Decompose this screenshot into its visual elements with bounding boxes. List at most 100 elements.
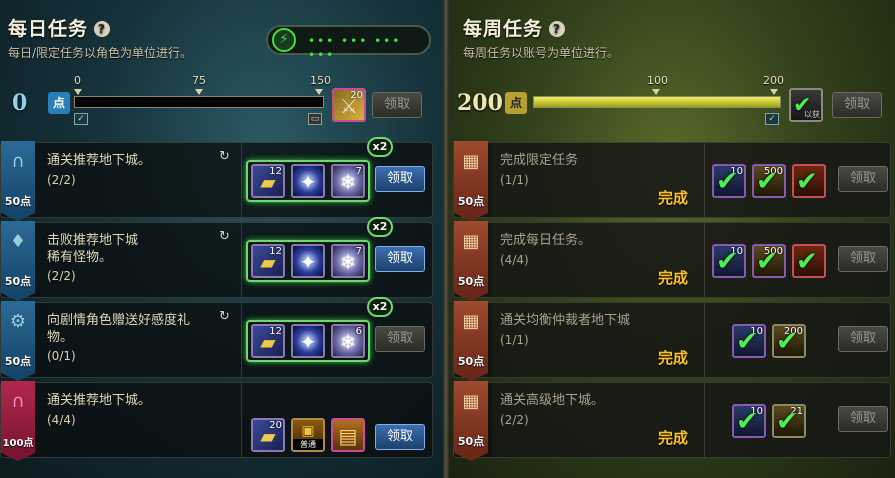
tick-label: 150 xyxy=(310,74,331,87)
reward-item[interactable]: 500 ✔ xyxy=(752,164,786,198)
ribbon-points: 50点 xyxy=(457,435,485,448)
point-badge: 点 xyxy=(505,92,527,114)
chest-icon: ▣ xyxy=(301,423,315,439)
daily-progress-bar xyxy=(74,96,324,108)
task-progress: (0/1) xyxy=(47,349,76,363)
reward-item[interactable]: 10 ✔ xyxy=(712,244,746,278)
reward-item[interactable]: 6 ❄ xyxy=(331,324,365,358)
reward-item[interactable]: 10 ✔ xyxy=(732,404,766,438)
refresh-icon[interactable]: ↻ xyxy=(219,149,230,164)
claim-button[interactable]: 领取 xyxy=(838,406,888,432)
weekly-panel: 每周任务? 每周任务以账号为单位进行。 200 点 100 200 ✓ ✔ 以获… xyxy=(449,0,895,478)
tick-label: 75 xyxy=(192,74,206,87)
points-ribbon: ∩ 100点 xyxy=(1,381,35,461)
claim-button[interactable]: 领取 xyxy=(375,424,425,450)
gate-icon: ∩ xyxy=(11,151,25,172)
help-icon[interactable]: ? xyxy=(549,21,566,37)
item-count: 6 xyxy=(355,326,362,337)
weekly-progress-bar xyxy=(533,96,781,108)
claim-button[interactable]: 领取 xyxy=(838,166,888,192)
milestone-check-icon: ✓ xyxy=(74,113,88,125)
daily-title-text: 每日任务 xyxy=(8,18,89,40)
task-name: 通关推荐地下城。 xyxy=(47,393,152,408)
reward-item[interactable]: 7 ❄ xyxy=(331,164,365,198)
daily-panel: 每日任务? 每日/限定任务以角色为单位进行。 ⚡ ••• ••• ••• •••… xyxy=(0,0,443,478)
ribbon-points: 50点 xyxy=(4,275,32,288)
milestone-reward-item[interactable]: 20 ⚔ xyxy=(332,88,366,122)
check-icon: ✔ xyxy=(756,167,778,197)
tick-label: 100 xyxy=(647,74,668,87)
item-count: 12 xyxy=(269,246,282,257)
reward-item[interactable]: 12 ▰ xyxy=(251,164,285,198)
points-ribbon: ∩ 50点 xyxy=(1,141,35,221)
task-name-line2: 稀有怪物。 xyxy=(47,250,113,265)
crystal-shard-icon: ♦ xyxy=(9,231,27,252)
crystal-icon: ❄ xyxy=(339,170,357,194)
ribbon-points: 100点 xyxy=(2,438,34,449)
reward-item[interactable]: ✔ xyxy=(792,164,826,198)
status-complete: 完成 xyxy=(658,349,689,367)
milestone-reward-item[interactable]: ✔ 以获 xyxy=(789,88,823,122)
help-icon[interactable]: ? xyxy=(94,21,111,37)
claim-button[interactable]: 领取 xyxy=(838,246,888,272)
reward-item[interactable]: 500 ✔ xyxy=(752,244,786,278)
treasure-box-icon: ▤ xyxy=(338,424,358,448)
daily-milestone-claim-button[interactable]: 领取 xyxy=(372,92,422,118)
check-icon: ✔ xyxy=(736,327,758,357)
task-name: 完成每日任务。 xyxy=(500,233,592,248)
reward-item[interactable]: 7 ❄ xyxy=(331,244,365,278)
check-icon: ✔ xyxy=(776,407,798,437)
reward-item[interactable]: 12 ▰ xyxy=(251,324,285,358)
item-count: 7 xyxy=(355,166,362,177)
weekly-title-text: 每周任务 xyxy=(463,18,544,40)
reward-item[interactable]: 10 ✔ xyxy=(732,324,766,358)
item-label: 普通 xyxy=(293,439,323,450)
crystal-icon: ❄ xyxy=(339,250,357,274)
multiplier-badge: x2 xyxy=(367,297,393,317)
reward-item[interactable]: 200 ✔ xyxy=(772,324,806,358)
reward-item[interactable]: ✦ xyxy=(291,324,325,358)
task-name-line1: 击败推荐地下城 xyxy=(47,233,139,248)
claim-button[interactable]: 领取 xyxy=(838,326,888,352)
weekly-title: 每周任务? xyxy=(463,14,566,41)
reward-item[interactable]: 21 ✔ xyxy=(772,404,806,438)
reward-item[interactable]: ✔ xyxy=(792,244,826,278)
task-name: 通关推荐地下城。 xyxy=(47,153,152,168)
status-complete: 完成 xyxy=(658,189,689,207)
task-name: 完成限定任务 xyxy=(500,153,579,168)
weekly-points: 200 xyxy=(457,90,503,116)
item-count: 7 xyxy=(355,246,362,257)
tick-mark xyxy=(770,89,778,95)
orb-icon: ✦ xyxy=(299,170,317,194)
refresh-icon[interactable]: ↻ xyxy=(219,229,230,244)
reward-item[interactable]: ▣ 普通 xyxy=(291,418,325,452)
reward-item[interactable]: 20 ▰ xyxy=(251,418,285,452)
ribbon-points: 50点 xyxy=(457,355,485,368)
claim-button[interactable]: 领取 xyxy=(375,326,425,352)
milestone-check-icon: ✓ xyxy=(765,113,779,125)
refresh-icon[interactable]: ↻ xyxy=(219,309,230,324)
reward-item[interactable]: 10 ✔ xyxy=(712,164,746,198)
points-ribbon: ▦ 50点 xyxy=(454,141,488,221)
tick-mark xyxy=(195,89,203,95)
ribbon-points: 50点 xyxy=(4,195,32,208)
reward-item[interactable]: 12 ▰ xyxy=(251,244,285,278)
reward-item[interactable]: ✦ xyxy=(291,164,325,198)
weekly-milestone-claim-button[interactable]: 领取 xyxy=(832,92,882,118)
gear-icon: ⚙ xyxy=(9,311,27,332)
check-icon: ✔ xyxy=(736,407,758,437)
calendar-icon: ▦ xyxy=(462,311,480,332)
claim-button[interactable]: 领取 xyxy=(375,246,425,272)
check-icon: ✔ xyxy=(776,327,798,357)
item-count: 12 xyxy=(269,166,282,177)
claim-button[interactable]: 领取 xyxy=(375,166,425,192)
check-icon: ✔ xyxy=(796,247,818,277)
reward-item[interactable]: ▤ xyxy=(331,418,365,452)
check-icon: ✔ xyxy=(756,247,778,277)
points-ribbon: ♦ 50点 xyxy=(1,221,35,301)
daily-points: 0 xyxy=(12,90,28,116)
daily-task-row: ∩ 100点 通关推荐地下城。 (4/4) 20 ▰ ▣ 普通 ▤ 领取 xyxy=(0,381,433,461)
daily-task-row: ⚙ 50点 向剧情角色赠送好感度礼 物。 (0/1) ↻ x2 12 ▰ ✦ 6 ❄ … xyxy=(0,297,433,381)
weekly-progress-fill xyxy=(534,97,780,107)
reward-item[interactable]: ✦ xyxy=(291,244,325,278)
